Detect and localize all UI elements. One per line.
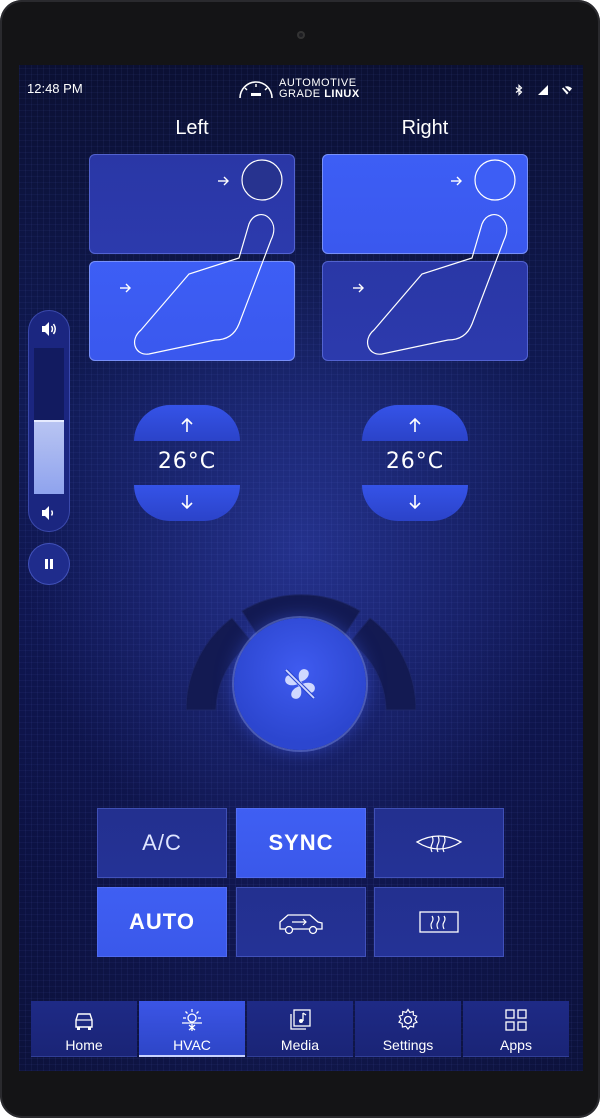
wifi-off-icon bbox=[561, 81, 573, 96]
left-temp-down-button[interactable] bbox=[134, 485, 240, 521]
right-temp-up-button[interactable] bbox=[362, 405, 468, 441]
right-seat-figure-icon bbox=[353, 159, 516, 355]
zone-left-title: Left bbox=[175, 117, 209, 139]
screen: 12:48 PM AUTOMOTIVE GRADE LINUX Left Rig… bbox=[19, 65, 583, 1071]
volume-up-icon[interactable] bbox=[39, 319, 59, 339]
nav-apps[interactable]: Apps bbox=[463, 1001, 569, 1057]
arrow-up-icon bbox=[181, 417, 193, 432]
rear-defrost-icon bbox=[419, 911, 459, 933]
sync-button[interactable]: SYNC bbox=[236, 808, 366, 878]
right-temperature-value: 26°C bbox=[385, 449, 445, 474]
nav-hvac-label: HVAC bbox=[173, 1037, 211, 1053]
arrow-down-icon bbox=[409, 495, 421, 510]
volume-track[interactable] bbox=[34, 348, 64, 494]
nav-media-label: Media bbox=[280, 1037, 320, 1053]
ac-button[interactable]: A/C bbox=[97, 808, 227, 878]
device-frame: 12:48 PM AUTOMOTIVE GRADE LINUX Left Rig… bbox=[0, 0, 600, 1118]
rear-defrost-button[interactable] bbox=[374, 887, 504, 957]
ac-label: A/C bbox=[142, 830, 182, 855]
fan-button[interactable] bbox=[234, 618, 366, 750]
nav-settings-label: Settings bbox=[382, 1037, 434, 1053]
status-bar: 12:48 PM AUTOMOTIVE GRADE LINUX bbox=[19, 65, 583, 113]
auto-button[interactable]: AUTO bbox=[97, 887, 227, 957]
right-seat-panel bbox=[322, 154, 528, 362]
left-temp-up-button[interactable] bbox=[134, 405, 240, 441]
apps-grid-icon bbox=[505, 1009, 527, 1031]
front-defrost-button[interactable] bbox=[374, 808, 504, 878]
volume-down-icon[interactable] bbox=[39, 503, 59, 523]
media-icon bbox=[290, 1009, 311, 1030]
recirculation-button[interactable] bbox=[236, 887, 366, 957]
left-seat-figure-icon bbox=[120, 159, 283, 355]
nav-settings[interactable]: Settings bbox=[355, 1001, 461, 1057]
status-icons bbox=[513, 81, 573, 96]
right-temp-down-button[interactable] bbox=[362, 485, 468, 521]
camera-dot bbox=[297, 31, 305, 39]
pause-icon bbox=[45, 559, 53, 569]
logo-line2-grade: GRADE bbox=[279, 88, 325, 100]
gear-icon bbox=[398, 1008, 418, 1030]
nav-apps-label: Apps bbox=[500, 1037, 532, 1053]
auto-label: AUTO bbox=[129, 909, 195, 934]
zone-right-title: Right bbox=[401, 117, 449, 139]
nav-home[interactable]: Home bbox=[31, 1001, 137, 1057]
logo-line2: GRADE LINUX bbox=[279, 88, 360, 100]
right-temperature-control: 26°C bbox=[362, 405, 470, 521]
pause-button[interactable] bbox=[28, 543, 70, 585]
sync-label: SYNC bbox=[268, 830, 334, 855]
signal-icon bbox=[537, 81, 549, 95]
bottom-navigation: Home HVAC Media Settings Apps bbox=[31, 1001, 571, 1057]
volume-slider[interactable] bbox=[28, 310, 70, 532]
nav-media[interactable]: Media bbox=[247, 1001, 353, 1057]
nav-home-label: Home bbox=[65, 1037, 103, 1053]
speedometer-icon bbox=[239, 81, 273, 99]
front-defrost-icon bbox=[415, 835, 463, 853]
bluetooth-icon bbox=[513, 81, 525, 96]
logo-line2-linux: LINUX bbox=[324, 88, 360, 100]
nav-hvac[interactable]: HVAC bbox=[139, 1001, 245, 1057]
volume-fill bbox=[34, 420, 64, 494]
car-recirculation-icon bbox=[279, 914, 323, 935]
left-temperature-control: 26°C bbox=[134, 405, 242, 521]
arrow-down-icon bbox=[181, 495, 193, 510]
car-icon bbox=[75, 1013, 93, 1030]
arrow-up-icon bbox=[409, 417, 421, 432]
left-temperature-value: 26°C bbox=[157, 449, 217, 474]
agl-logo: AUTOMOTIVE GRADE LINUX bbox=[237, 76, 367, 102]
left-seat-panel bbox=[89, 154, 295, 362]
hvac-icon bbox=[182, 1009, 202, 1031]
fan-off-icon bbox=[284, 668, 316, 700]
status-time: 12:48 PM bbox=[27, 81, 83, 96]
